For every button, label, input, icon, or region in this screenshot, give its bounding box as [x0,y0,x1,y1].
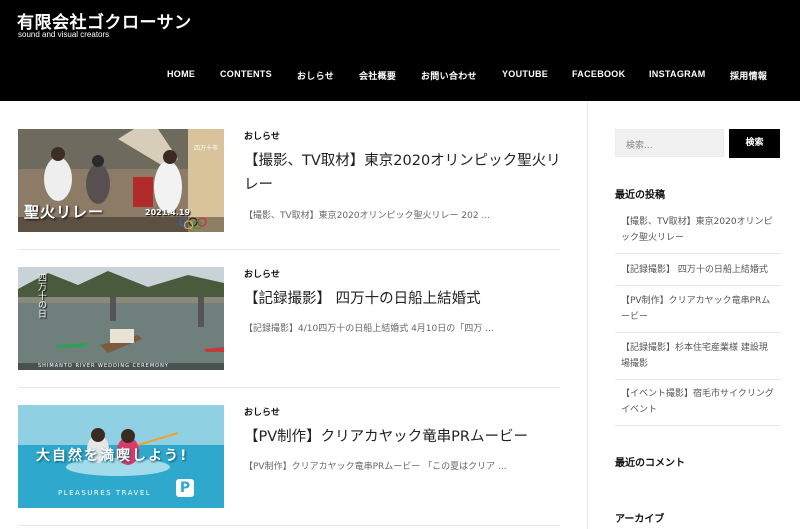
recent-post-line[interactable]: ービー [621,312,648,322]
post-category[interactable]: おしらせ [244,129,280,142]
recent-post-link[interactable]: 【PV制作】クリアカヤック竜串PRム ービー [621,293,781,325]
recent-divider [615,379,781,380]
nav-contents[interactable]: CONTENTS [220,69,272,79]
search-input[interactable]: 検索... [615,129,724,157]
nav-recruit[interactable]: 採用情報 [730,69,767,82]
recent-post-line[interactable]: ック聖火リレー [621,233,684,243]
post-category[interactable]: おしらせ [244,267,280,280]
post-title-line[interactable]: 【記録撮影】 四万十の日船上結婚式 [244,291,481,307]
recent-post-link[interactable]: 【イベント撮影】宿毛市サイクリング イベント [621,386,781,418]
nav-youtube[interactable]: YOUTUBE [502,69,548,79]
recent-divider [615,425,781,426]
recent-comments-title: 最近のコメント [615,458,685,469]
recent-post-line[interactable]: 【イベント撮影】宿毛市サイクリング [621,389,774,399]
recent-post-link[interactable]: 【記録撮影】杉本住宅産業様 建設現 場撮影 [621,340,781,372]
archive-title: アーカイブ [615,514,665,525]
post-excerpt: 【記録撮影】4/10四万十の日船上結婚式 4月10日の「四万 ... [244,324,494,334]
post-title-line[interactable]: 【撮影、TV取材】東京2020オリンピック聖火リ [244,153,561,169]
nav-company[interactable]: 会社概要 [359,69,396,82]
thumb-badge: 四万十市 [193,145,218,152]
recent-post-line[interactable]: 【PV制作】クリアカヤック竜串PRム [621,296,770,306]
nav-instagram[interactable]: INSTAGRAM [649,69,706,79]
recent-post-line[interactable]: イベント [621,405,657,415]
recent-divider [615,332,781,333]
site-tagline: sound and visual creators [18,30,110,39]
post-title[interactable]: 【記録撮影】 四万十の日船上結婚式 [244,287,564,311]
post-excerpt: 【撮影、TV取材】東京2020オリンピック聖火リレー 202 ... [244,211,491,221]
site-header: 有限会社ゴクローサン sound and visual creators HOM… [0,0,800,101]
nav-news[interactable]: おしらせ [297,69,334,82]
thumb-date: 2021.4.19 [145,208,191,217]
post-divider [18,249,560,250]
recent-divider [615,253,781,254]
brand-p-icon: P [176,479,194,497]
post-title-line[interactable]: レー [244,177,273,193]
post-divider [18,387,560,388]
post-divider [18,525,560,526]
nav-home[interactable]: HOME [167,69,195,79]
thumb-caption: 大自然を満喫しよう! [36,448,189,464]
recent-divider [615,285,781,286]
recent-post-line[interactable]: 【記録撮影】 四万十の日船上結婚式 [621,265,768,275]
recent-posts-title: 最近の投稿 [615,190,665,201]
post-category[interactable]: おしらせ [244,405,280,418]
post-title-line[interactable]: 【PV制作】クリアカヤック竜串PRムービー [244,429,528,445]
post-title[interactable]: 【PV制作】クリアカヤック竜串PRムービー [244,425,564,449]
post-thumbnail[interactable]: 大自然を満喫しよう! PLEASURES TRAVEL P [18,405,224,508]
recent-post-line[interactable]: 【撮影、TV取材】東京2020オリンピ [621,217,773,227]
post-excerpt: 【PV制作】クリアカヤック竜串PRムービー 「この夏はクリア ... [244,462,507,472]
post-thumbnail[interactable]: 四万十の日 SHIMANTO RIVER WEDDING CEREMONY [18,267,224,370]
search-button[interactable]: 検索 [729,129,780,158]
recent-post-line[interactable]: 【記録撮影】杉本住宅産業様 建設現 [621,343,768,353]
recent-post-line[interactable]: 場撮影 [621,359,648,369]
olympic-rings-icon [179,217,207,229]
nav-facebook[interactable]: FACEBOOK [572,69,625,79]
thumb-caption: 四万十の日 [36,273,46,318]
recent-post-link[interactable]: 【記録撮影】 四万十の日船上結婚式 [621,262,781,278]
post-title[interactable]: 【撮影、TV取材】東京2020オリンピック聖火リ レー [244,149,564,197]
thumb-subcaption: PLEASURES TRAVEL [58,489,152,497]
nav-contact[interactable]: お問い合わせ [421,69,477,82]
post-thumbnail[interactable]: 聖火リレー 2021.4.19 四万十市 [18,129,224,232]
main-nav: HOME CONTENTS おしらせ 会社概要 お問い合わせ YOUTUBE F… [0,69,800,83]
sidebar-border [587,101,588,529]
thumb-subcaption: SHIMANTO RIVER WEDDING CEREMONY [38,363,169,369]
recent-post-link[interactable]: 【撮影、TV取材】東京2020オリンピ ック聖火リレー [621,214,781,246]
thumb-caption: 聖火リレー [24,203,105,221]
